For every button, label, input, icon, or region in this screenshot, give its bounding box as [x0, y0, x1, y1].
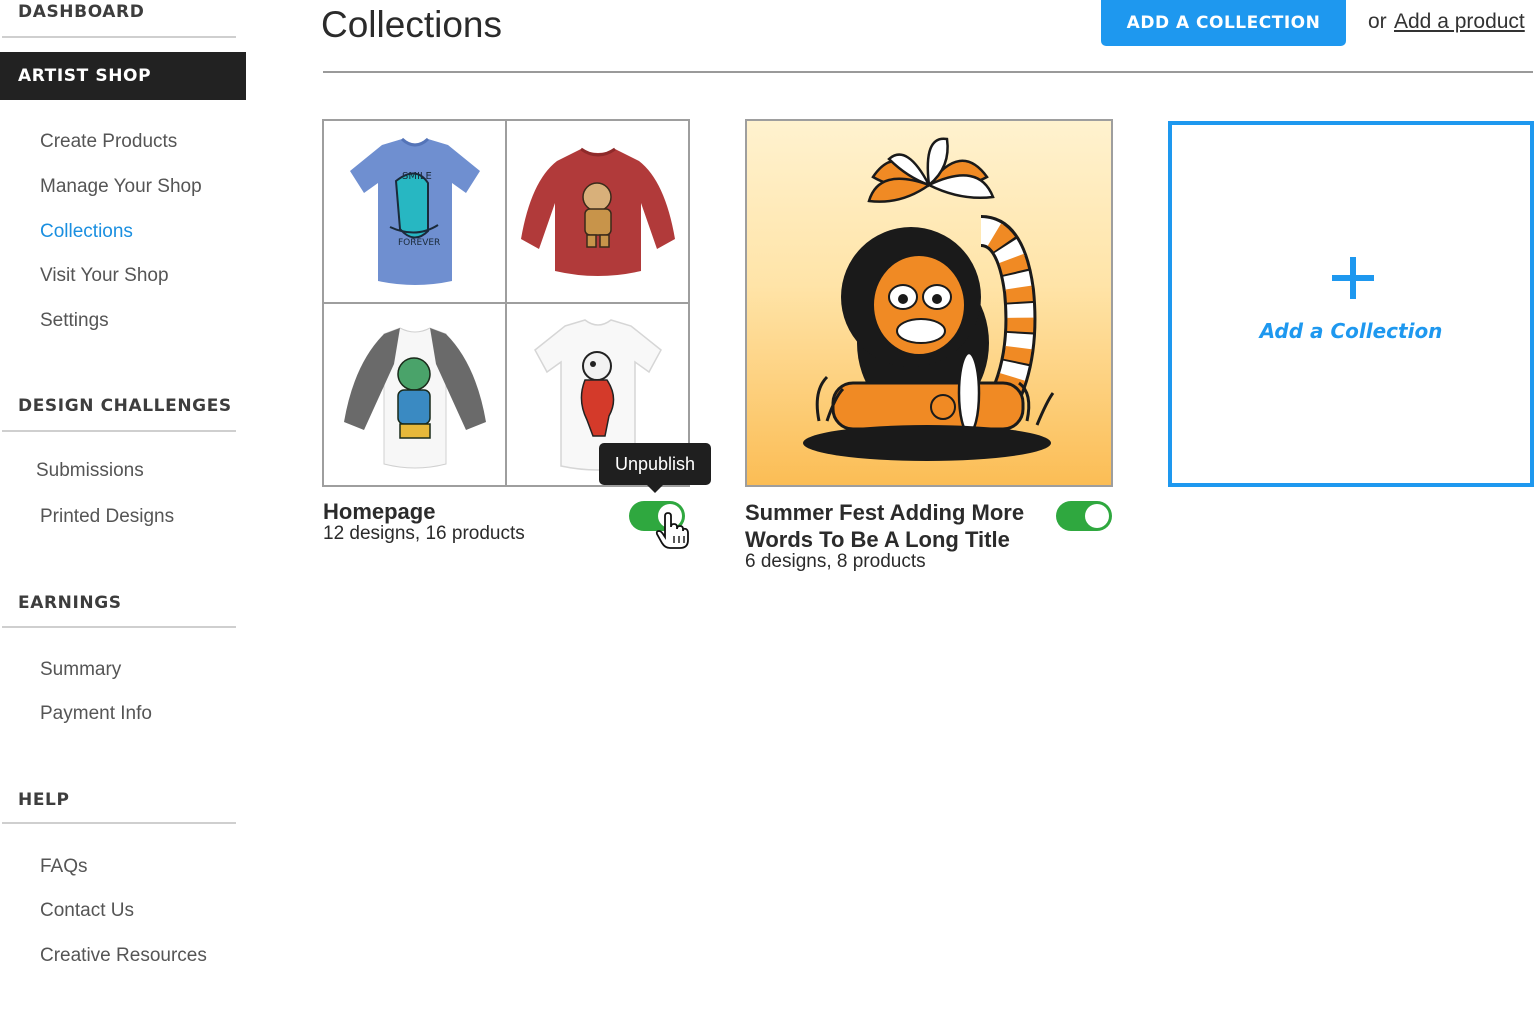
or-text: or	[1368, 10, 1387, 33]
sidebar-item-faqs[interactable]: FAQs	[40, 856, 88, 878]
sidebar-item-collections[interactable]: Collections	[40, 221, 133, 243]
sidebar-item-settings[interactable]: Settings	[40, 310, 109, 332]
add-product-link[interactable]: Add a product	[1394, 10, 1525, 34]
collection-thumbnail-grid[interactable]: SMILE FOREVER	[322, 119, 690, 487]
sidebar-item-visit-your-shop[interactable]: Visit Your Shop	[40, 265, 169, 287]
page-title: Collections	[321, 4, 502, 45]
plus-icon	[1332, 257, 1374, 299]
divider	[2, 822, 236, 824]
add-collection-button[interactable]: ADD A COLLECTION	[1101, 0, 1346, 46]
sidebar-heading-artist-shop[interactable]: ARTIST SHOP	[0, 52, 246, 100]
sidebar: DASHBOARD ARTIST SHOP Create Products Ma…	[0, 0, 246, 1030]
divider	[2, 626, 236, 628]
sidebar-item-manage-your-shop[interactable]: Manage Your Shop	[40, 176, 202, 198]
sidebar-heading-design-challenges[interactable]: DESIGN CHALLENGES	[2, 396, 236, 416]
collection-title-line: Words To Be A Long Title	[745, 527, 1010, 552]
product-thumbnail-red-sweatshirt	[507, 121, 688, 302]
hand-cursor-icon	[655, 512, 689, 549]
add-collection-label: Add a Collection	[1259, 319, 1443, 343]
collection-title[interactable]: Summer Fest Adding More Words To Be A Lo…	[745, 499, 1024, 553]
sweatshirt-image	[521, 147, 675, 276]
sidebar-heading-help[interactable]: HELP	[2, 790, 236, 810]
sidebar-item-payment-info[interactable]: Payment Info	[40, 703, 152, 725]
divider	[2, 36, 236, 38]
sidebar-item-creative-resources[interactable]: Creative Resources	[40, 945, 207, 967]
sidebar-item-create-products[interactable]: Create Products	[40, 131, 177, 153]
raglan-image	[344, 327, 486, 469]
tshirt-image: SMILE FOREVER	[350, 137, 480, 285]
collection-title-line: Summer Fest Adding More	[745, 500, 1025, 525]
sidebar-item-contact-us[interactable]: Contact Us	[40, 900, 134, 922]
product-thumbnail-raglan-tshirt	[324, 304, 505, 485]
collection-stats: 6 designs, 8 products	[745, 551, 926, 572]
sidebar-heading-earnings[interactable]: EARNINGS	[2, 593, 236, 613]
svg-text:FOREVER: FOREVER	[398, 238, 440, 248]
toggle-knob	[1085, 504, 1109, 528]
add-collection-card[interactable]: Add a Collection	[1168, 121, 1534, 487]
svg-text:SMILE: SMILE	[402, 171, 432, 182]
sidebar-item-summary[interactable]: Summary	[40, 659, 121, 681]
divider	[2, 430, 236, 432]
collection-thumbnail[interactable]	[745, 119, 1113, 487]
sidebar-heading-dashboard[interactable]: DASHBOARD	[2, 2, 236, 22]
unpublish-tooltip: Unpublish	[599, 443, 711, 493]
header-divider	[323, 71, 1533, 73]
collection-stats: 12 designs, 16 products	[323, 523, 525, 544]
publish-toggle[interactable]	[1056, 501, 1112, 531]
sidebar-item-printed-designs[interactable]: Printed Designs	[40, 506, 174, 528]
collection-title[interactable]: Homepage	[323, 498, 435, 525]
sidebar-item-submissions[interactable]: Submissions	[36, 460, 144, 482]
product-thumbnail-blue-tshirt: SMILE FOREVER	[324, 121, 505, 302]
monkey-artwork	[803, 137, 1055, 461]
